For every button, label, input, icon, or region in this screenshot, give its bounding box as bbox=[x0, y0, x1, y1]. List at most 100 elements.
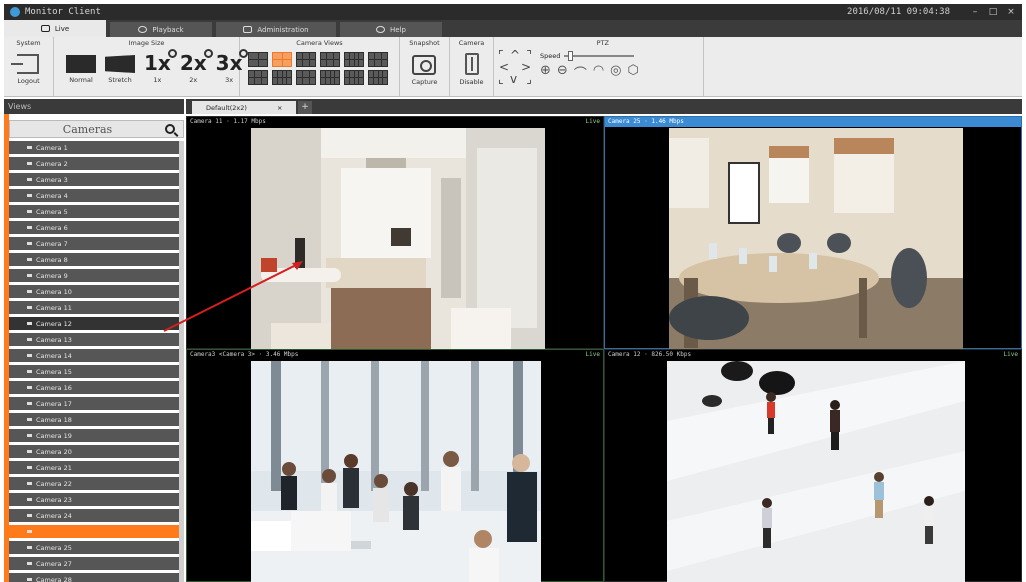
sidebar-scrollbar[interactable] bbox=[179, 141, 184, 582]
camera-icon bbox=[27, 466, 32, 469]
focus-icon[interactable]: ⌒ bbox=[574, 63, 587, 82]
ptz-left-icon[interactable]: < bbox=[499, 61, 509, 73]
layout-custom-c-icon[interactable] bbox=[296, 70, 316, 85]
camera-icon bbox=[27, 210, 32, 213]
disable-button[interactable]: Disable bbox=[459, 51, 484, 86]
camera-list-item[interactable]: Camera 1 bbox=[9, 141, 179, 154]
camera-list-item[interactable]: Camera 21 bbox=[9, 461, 179, 474]
camera-list-item[interactable]: Camera 4 bbox=[9, 189, 179, 202]
camera-list-item[interactable]: Camera 16 bbox=[9, 381, 179, 394]
ptz-up-left-icon[interactable]: ⌜ bbox=[498, 49, 504, 61]
ptz-up-right-icon[interactable]: ⌝ bbox=[526, 49, 532, 61]
tab-close-icon[interactable]: × bbox=[277, 104, 282, 112]
preset-icon[interactable]: ⬡ bbox=[628, 63, 639, 82]
camera-name: Camera 13 bbox=[36, 335, 72, 344]
ptz-down-left-icon[interactable]: ⌞ bbox=[498, 73, 504, 85]
tab-label: Default(2x2) bbox=[206, 103, 247, 112]
camera-list-item[interactable]: Camera 13 bbox=[9, 333, 179, 346]
patrol-icon[interactable]: ◎ bbox=[610, 63, 621, 82]
stretch-size-button[interactable]: Stretch bbox=[105, 51, 135, 84]
zoom-2x-button[interactable]: 2x 2x bbox=[180, 49, 213, 84]
camera-list-item[interactable]: Camera 22 bbox=[9, 477, 179, 490]
camera-list-item[interactable]: Camera 19 bbox=[9, 429, 179, 442]
camera-list-item[interactable]: Camera 7 bbox=[9, 237, 179, 250]
camera-list-item[interactable]: Camera 5 bbox=[9, 205, 179, 218]
camera-views-group: Camera Views bbox=[240, 37, 400, 96]
layout-1plus7-icon[interactable] bbox=[368, 52, 388, 67]
iris-icon[interactable]: ◠ bbox=[593, 63, 604, 82]
snapshot-group: Snapshot Capture bbox=[400, 37, 450, 96]
layout-custom-a-icon[interactable] bbox=[248, 70, 268, 85]
camera-list-item[interactable]: Camera 28 bbox=[9, 573, 179, 582]
camera-list-item[interactable]: Camera 10 bbox=[9, 285, 179, 298]
ptz-up-icon[interactable]: ^ bbox=[510, 49, 520, 61]
layout-custom-b-icon[interactable] bbox=[272, 70, 292, 85]
camera-list-item[interactable]: Camera 18 bbox=[9, 413, 179, 426]
layout-custom-f-icon[interactable] bbox=[368, 70, 388, 85]
search-icon[interactable] bbox=[165, 124, 175, 134]
cameras-search-bar[interactable]: Cameras bbox=[9, 120, 184, 138]
camera-list-item[interactable]: Camera 14 bbox=[9, 349, 179, 362]
live-indicator: Live bbox=[585, 118, 600, 125]
camera-list-item[interactable]: Camera 8 bbox=[9, 253, 179, 266]
layout-custom-d-icon[interactable] bbox=[320, 70, 340, 85]
camera-list-item[interactable]: Camera 12 bbox=[9, 317, 179, 330]
cameras-label: Cameras bbox=[62, 122, 113, 136]
camera-list-item[interactable]: Camera 15 bbox=[9, 365, 179, 378]
ptz-down-icon[interactable]: v bbox=[510, 73, 517, 85]
camera-list-item[interactable]: Camera 9 bbox=[9, 269, 179, 282]
ptz-direction-pad[interactable]: ⌜ ^ ⌝ < > ⌞ v ⌟ bbox=[498, 49, 532, 85]
video-pane-camera-25[interactable]: Camera 25 · 1.46 Mbps bbox=[604, 116, 1022, 349]
camera-list-item[interactable] bbox=[9, 525, 179, 538]
tab-help[interactable]: Help bbox=[340, 22, 442, 37]
logout-button[interactable]: Logout bbox=[11, 51, 40, 85]
tab-playback[interactable]: Playback bbox=[110, 22, 212, 37]
camera-list-item[interactable]: Camera 24 bbox=[9, 509, 179, 522]
layout-1plus5-icon[interactable] bbox=[320, 52, 340, 67]
tab-default-view[interactable]: Default(2x2) × bbox=[192, 101, 296, 114]
video-frame bbox=[251, 128, 545, 349]
ptz-right-icon[interactable]: > bbox=[521, 61, 531, 73]
layout-3x3-icon[interactable] bbox=[296, 52, 316, 67]
pane-header: Camera 25 · 1.46 Mbps bbox=[605, 117, 1021, 127]
camera-list-item[interactable]: Camera 2 bbox=[9, 157, 179, 170]
add-tab-button[interactable]: + bbox=[298, 101, 312, 114]
camera-list-item[interactable]: Camera 25 bbox=[9, 541, 179, 554]
ptz-down-right-icon[interactable]: ⌟ bbox=[526, 73, 532, 85]
camera-list-item[interactable]: Camera 6 bbox=[9, 221, 179, 234]
video-pane-camera-3[interactable]: Camera3 <Camera 3> · 3.46 Mbps Live bbox=[186, 349, 604, 582]
ptz-speed-slider[interactable] bbox=[564, 51, 635, 61]
camera-list-item[interactable]: Camera 23 bbox=[9, 493, 179, 506]
layout-4x4-icon[interactable] bbox=[344, 52, 364, 67]
camera-list-item[interactable]: Camera 17 bbox=[9, 397, 179, 410]
tab-administration[interactable]: Administration bbox=[216, 22, 336, 37]
maximize-button[interactable]: □ bbox=[986, 7, 1000, 17]
camera-name: Camera 21 bbox=[36, 463, 72, 472]
camera-list-item[interactable]: Camera 3 bbox=[9, 173, 179, 186]
tab-live[interactable]: Live bbox=[4, 20, 106, 37]
zoom-out-icon[interactable]: ⊖ bbox=[557, 63, 568, 82]
group-title: PTZ bbox=[596, 39, 609, 47]
capture-button[interactable]: Capture bbox=[412, 51, 437, 86]
video-pane-camera-11[interactable]: Camera 11 · 1.17 Mbps Live bbox=[186, 116, 604, 349]
app-logo-icon bbox=[10, 7, 20, 17]
layout-2x2-icon[interactable] bbox=[248, 52, 268, 67]
camera-list-item[interactable]: Camera 20 bbox=[9, 445, 179, 458]
camera-icon bbox=[27, 322, 32, 325]
normal-size-button[interactable]: Normal bbox=[66, 51, 96, 84]
layout-custom-e-icon[interactable] bbox=[344, 70, 364, 85]
camera-icon bbox=[27, 530, 32, 533]
minimize-button[interactable]: – bbox=[968, 7, 982, 17]
zoom-in-icon[interactable]: ⊕ bbox=[540, 63, 551, 82]
slider-thumb[interactable] bbox=[567, 51, 573, 61]
close-button[interactable]: × bbox=[1004, 7, 1018, 17]
image-size-group: Image Size Normal Stretch 1x 1x 2x 2x 3x… bbox=[54, 37, 249, 96]
video-pane-camera-12[interactable]: Camera 12 · 826.50 Kbps Live bbox=[604, 349, 1022, 582]
zoom-3x-button[interactable]: 3x 3x bbox=[216, 49, 249, 84]
camera-list-item[interactable]: Camera 11 bbox=[9, 301, 179, 314]
zoom-1x-button[interactable]: 1x 1x bbox=[144, 49, 177, 84]
help-icon bbox=[376, 26, 386, 33]
camera-list-item[interactable]: Camera 27 bbox=[9, 557, 179, 570]
layout-2x2-selected-icon[interactable] bbox=[272, 52, 292, 67]
clock: 2016/08/11 09:04:38 bbox=[847, 7, 950, 17]
